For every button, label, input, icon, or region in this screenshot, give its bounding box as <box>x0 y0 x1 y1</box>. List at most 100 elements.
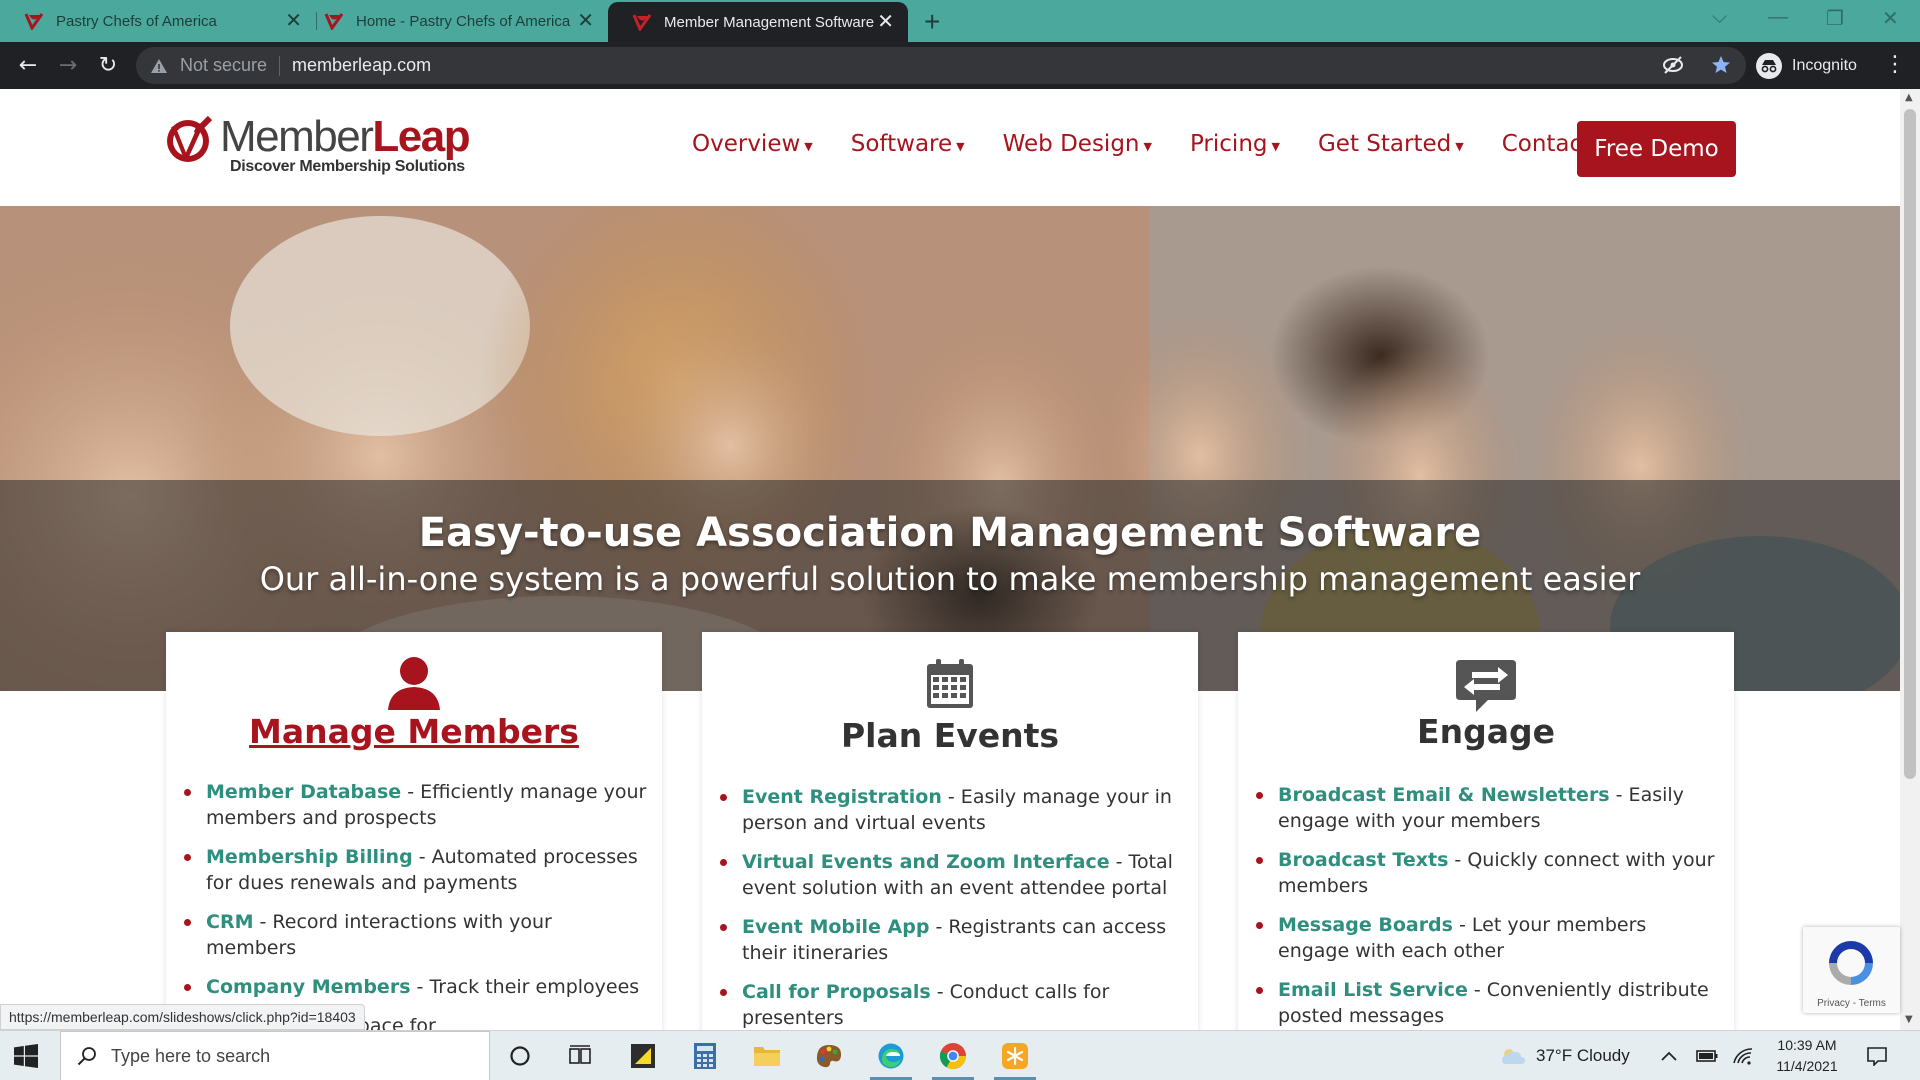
tab-title: Pastry Chefs of America <box>56 12 217 30</box>
nav-get-started[interactable]: Get Started ▼ <box>1318 131 1464 157</box>
tab-pastry-chefs[interactable]: Pastry Chefs of America ✕ <box>0 0 316 42</box>
plan-events-list: Event Registration - Easily manage your … <box>720 784 1184 1030</box>
browser-toolbar: ← → ↻ Not secure memberleap.com Incognit… <box>0 42 1920 89</box>
user-icon <box>388 657 440 710</box>
nav-pricing[interactable]: Pricing ▼ <box>1190 131 1280 157</box>
incognito-profile-button[interactable]: Incognito <box>1756 50 1857 81</box>
windows-taskbar: Type here to search 37°F Cloudy 10:39 AM… <box>0 1030 1920 1080</box>
warning-icon <box>151 58 167 73</box>
security-status[interactable]: Not secure <box>180 55 267 76</box>
list-item: Membership Billing - Automated processes… <box>184 844 648 896</box>
event-mobile-app-link[interactable]: Event Mobile App <box>742 916 929 938</box>
caret-down-icon: ▼ <box>1271 139 1280 153</box>
web-page: MemberLeap Discover Membership Solutions… <box>0 89 1900 1030</box>
new-tab-button[interactable]: + <box>924 6 940 38</box>
hero-banner[interactable]: Easy-to-use Association Management Softw… <box>0 206 1900 691</box>
nav-web-design[interactable]: Web Design ▼ <box>1003 131 1152 157</box>
page-scrollbar[interactable]: ▲ ▼ <box>1900 89 1920 1030</box>
close-tab-icon[interactable]: ✕ <box>877 12 894 32</box>
card-plan-events: Plan Events Event Registration - Easily … <box>702 632 1198 1030</box>
virtual-events-link[interactable]: Virtual Events and Zoom Interface <box>742 851 1110 873</box>
tab-title: Home - Pastry Chefs of America <box>356 12 571 30</box>
caret-down-icon: ▼ <box>1455 139 1464 153</box>
free-demo-button[interactable]: Free Demo <box>1577 121 1736 177</box>
show-hidden-icons-icon[interactable] <box>1656 1043 1682 1069</box>
memberleap-favicon-icon <box>24 13 44 30</box>
event-registration-link[interactable]: Event Registration <box>742 786 942 808</box>
list-item: Call for Proposals - Conduct calls for p… <box>720 979 1184 1030</box>
memberleap-logo[interactable]: MemberLeap Discover Membership Solutions <box>164 115 471 176</box>
hero-title: Easy-to-use Association Management Softw… <box>418 510 1482 556</box>
calculator-icon[interactable] <box>690 1041 720 1071</box>
member-database-link[interactable]: Member Database <box>206 781 401 803</box>
forward-icon[interactable]: → <box>54 52 82 80</box>
search-icon <box>77 1047 96 1066</box>
scroll-down-arrow-icon[interactable]: ▼ <box>1905 1014 1913 1025</box>
list-item: CRM - Record interactions with your memb… <box>184 909 648 961</box>
chrome-browser-icon[interactable] <box>938 1041 968 1071</box>
edge-browser-icon[interactable] <box>876 1041 906 1071</box>
weather-text: 37°F Cloudy <box>1536 1046 1630 1065</box>
recaptcha-badge[interactable]: Privacy - Terms <box>1803 927 1900 1013</box>
taskbar-search-box[interactable]: Type here to search <box>60 1031 490 1080</box>
paint-palette-icon[interactable] <box>814 1041 844 1071</box>
close-tab-icon[interactable]: ✕ <box>577 11 594 31</box>
windows-start-icon[interactable] <box>14 1044 38 1068</box>
engage-list: Broadcast Email & Newsletters - Easily e… <box>1256 782 1720 1030</box>
maximize-icon[interactable]: ❐ <box>1826 6 1844 31</box>
clock-time: 10:39 AM <box>1777 1037 1837 1053</box>
system-clock[interactable]: 10:39 AM 11/4/2021 <box>1772 1035 1842 1077</box>
broadcast-email-link[interactable]: Broadcast Email & Newsletters <box>1278 784 1610 806</box>
task-view-icon[interactable] <box>565 1041 595 1071</box>
feature-cards: Manage Members Member Database - Efficie… <box>0 632 1900 1030</box>
profile-label: Incognito <box>1792 56 1857 74</box>
crm-link[interactable]: CRM <box>206 911 253 933</box>
engage-heading: Engage <box>1417 712 1555 751</box>
nav-overview[interactable]: Overview ▼ <box>692 131 813 157</box>
bookmark-star-icon[interactable] <box>1710 54 1732 76</box>
tab-search-icon[interactable]: ⌵ <box>1712 6 1727 29</box>
search-placeholder: Type here to search <box>111 1045 271 1066</box>
battery-icon[interactable] <box>1694 1043 1720 1069</box>
company-members-link[interactable]: Company Members <box>206 976 411 998</box>
scrollbar-thumb[interactable] <box>1904 109 1916 779</box>
email-list-service-link[interactable]: Email List Service <box>1278 979 1468 1001</box>
list-item: Message Boards - Let your members engage… <box>1256 912 1720 964</box>
close-window-icon[interactable]: ✕ <box>1882 6 1899 31</box>
exchange-icon <box>1456 660 1516 712</box>
file-explorer-icon[interactable] <box>752 1041 782 1071</box>
site-header: MemberLeap Discover Membership Solutions… <box>0 89 1900 206</box>
notifications-icon[interactable] <box>1864 1043 1890 1069</box>
reload-icon[interactable]: ↻ <box>94 52 122 80</box>
app-snowflake-icon[interactable] <box>1000 1041 1030 1071</box>
sticky-notes-icon[interactable] <box>628 1041 658 1071</box>
browser-tab-bar: Pastry Chefs of America ✕ Home - Pastry … <box>0 0 1920 42</box>
url-text[interactable]: memberleap.com <box>292 55 431 76</box>
membership-billing-link[interactable]: Membership Billing <box>206 846 413 868</box>
main-navigation: Overview ▼ Software ▼ Web Design ▼ Pricing ▼… <box>692 131 1629 157</box>
list-item: Email List Service - Conveniently distri… <box>1256 977 1720 1029</box>
tab-home-pastry-chefs[interactable]: Home - Pastry Chefs of America ✕ <box>300 0 608 42</box>
clock-date: 11/4/2021 <box>1776 1058 1838 1074</box>
back-icon[interactable]: ← <box>14 52 42 80</box>
tab-title: Member Management Software <box>664 13 875 31</box>
memberleap-favicon-icon <box>324 13 344 30</box>
browser-menu-icon[interactable]: ⋮ <box>1884 52 1906 77</box>
call-for-proposals-link[interactable]: Call for Proposals <box>742 981 931 1003</box>
tracking-blocked-eye-icon[interactable] <box>1662 54 1684 76</box>
logo-tagline: Discover Membership Solutions <box>230 158 465 175</box>
tab-member-management[interactable]: Member Management Software ✕ <box>608 2 908 42</box>
weather-widget[interactable]: 37°F Cloudy <box>1500 1031 1630 1080</box>
list-item: Broadcast Texts - Quickly connect with y… <box>1256 847 1720 899</box>
wifi-icon[interactable] <box>1730 1043 1756 1069</box>
nav-software[interactable]: Software ▼ <box>851 131 965 157</box>
minimize-icon[interactable]: — <box>1768 6 1788 29</box>
manage-members-heading[interactable]: Manage Members <box>166 712 662 751</box>
message-boards-link[interactable]: Message Boards <box>1278 914 1453 936</box>
cortana-icon[interactable] <box>505 1041 535 1071</box>
scroll-up-arrow-icon[interactable]: ▲ <box>1905 92 1913 103</box>
broadcast-texts-link[interactable]: Broadcast Texts <box>1278 849 1448 871</box>
recaptcha-links[interactable]: Privacy - Terms <box>1803 998 1900 1009</box>
plan-events-heading: Plan Events <box>840 716 1060 755</box>
address-bar[interactable]: Not secure memberleap.com <box>136 47 1746 84</box>
